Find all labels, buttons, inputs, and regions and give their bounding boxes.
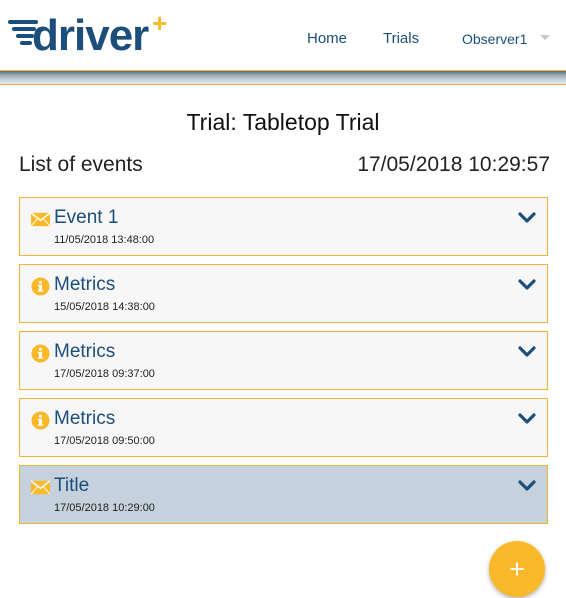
event-title: Metrics [54, 408, 116, 429]
event-date: 17/05/2018 09:50:00 [54, 435, 155, 447]
app-header: driver + Home Trials Observer1 [0, 0, 566, 71]
caret-down-icon[interactable] [540, 35, 550, 40]
plus-icon [510, 562, 524, 576]
event-item[interactable]: Metrics 17/05/2018 09:50:00 [19, 398, 548, 457]
event-date: 11/05/2018 13:48:00 [54, 234, 155, 246]
add-event-button[interactable] [489, 541, 545, 597]
logo-plus: + [152, 8, 167, 38]
envelope-icon [31, 212, 50, 227]
nav-trials-link[interactable]: Trials [383, 30, 419, 47]
chevron-down-icon[interactable] [518, 346, 536, 358]
event-item-selected[interactable]: Title 17/05/2018 10:29:00 [19, 465, 548, 524]
event-date: 17/05/2018 09:37:00 [54, 368, 155, 380]
info-icon [31, 277, 50, 296]
event-date: 15/05/2018 14:38:00 [54, 301, 155, 313]
event-title: Metrics [54, 274, 116, 295]
chevron-down-icon[interactable] [518, 212, 536, 224]
envelope-icon [31, 480, 50, 495]
nav-user-menu[interactable]: Observer1 [462, 31, 527, 47]
nav-home-link[interactable]: Home [307, 30, 347, 47]
current-timestamp: 17/05/2018 10:29:57 [357, 153, 550, 176]
logo-text: driver [32, 11, 149, 58]
chevron-down-icon[interactable] [518, 413, 536, 425]
event-item[interactable]: Event 1 11/05/2018 13:48:00 [19, 197, 548, 256]
event-item[interactable]: Metrics 15/05/2018 14:38:00 [19, 264, 548, 323]
event-title: Title [54, 475, 90, 496]
info-icon [31, 344, 50, 363]
chevron-down-icon[interactable] [518, 480, 536, 492]
event-title: Metrics [54, 341, 116, 362]
list-heading: List of events [19, 153, 143, 176]
page-title: Trial: Tabletop Trial [186, 109, 380, 135]
event-item[interactable]: Metrics 17/05/2018 09:37:00 [19, 331, 548, 390]
event-title: Event 1 [54, 207, 119, 228]
chevron-down-icon[interactable] [518, 279, 536, 291]
header-bottom-line [0, 84, 566, 85]
info-icon [31, 411, 50, 430]
driver-logo[interactable]: driver + [6, 8, 176, 58]
header-shadow-band [0, 71, 566, 85]
event-date: 17/05/2018 10:29:00 [54, 502, 155, 514]
